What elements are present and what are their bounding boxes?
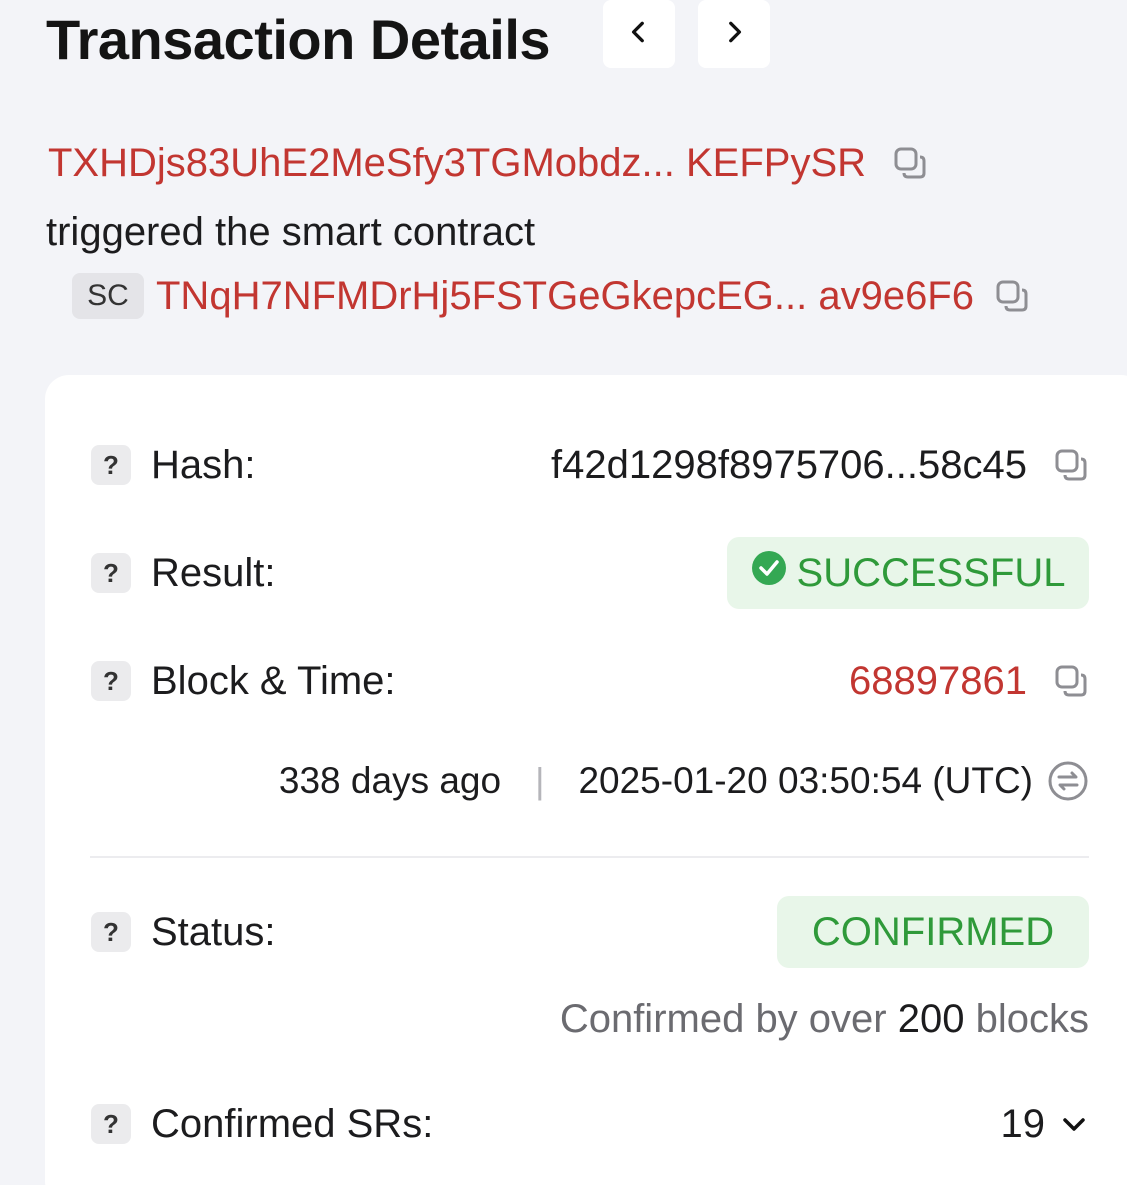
- action-text: triggered the smart contract: [46, 210, 536, 254]
- hash-row: ? Hash: f42d1298f8975706...58c45: [91, 435, 1089, 495]
- chevron-left-icon: [626, 19, 652, 50]
- section-divider: [90, 856, 1089, 858]
- copy-icon[interactable]: [994, 278, 1030, 314]
- block-time-label: Block & Time:: [151, 658, 396, 703]
- chevron-right-icon: [721, 19, 747, 50]
- confirmed-srs-label: Confirmed SRs:: [151, 1101, 434, 1146]
- smart-contract-badge: SC: [72, 273, 144, 319]
- hash-value: f42d1298f8975706...58c45: [551, 442, 1027, 487]
- timezone-toggle-icon[interactable]: [1047, 760, 1089, 802]
- chevron-down-icon[interactable]: [1059, 1109, 1089, 1139]
- next-transaction-button[interactable]: [698, 0, 770, 68]
- details-card: ? Hash: f42d1298f8975706...58c45 ? Resul…: [45, 375, 1127, 1185]
- time-separator: |: [535, 760, 545, 801]
- confirmation-status-badge: CONFIRMED: [777, 896, 1089, 968]
- from-address-link[interactable]: TXHDjs83UhE2MeSfy3TGMobdz... KEFPySR: [48, 141, 866, 186]
- result-status-badge: SUCCESSFUL: [727, 537, 1089, 609]
- page-title: Transaction Details: [46, 8, 551, 71]
- help-icon[interactable]: ?: [91, 912, 131, 952]
- relative-time: 338 days ago: [278, 760, 502, 801]
- from-address-row: TXHDjs83UhE2MeSfy3TGMobdz... KEFPySR: [48, 138, 928, 188]
- confirmed-srs-row[interactable]: ? Confirmed SRs: 19: [91, 1094, 1089, 1154]
- help-icon[interactable]: ?: [91, 1104, 131, 1144]
- help-icon[interactable]: ?: [91, 445, 131, 485]
- result-row: ? Result: SUCCESSFUL: [91, 537, 1089, 609]
- copy-icon[interactable]: [892, 145, 928, 181]
- hash-label: Hash:: [151, 442, 256, 487]
- copy-icon[interactable]: [1053, 447, 1089, 483]
- confirmation-block-count: 200: [897, 997, 965, 1041]
- status-label: Status:: [151, 909, 276, 954]
- status-value: CONFIRMED: [811, 909, 1055, 954]
- contract-address-link[interactable]: TNqH7NFMDrHj5FSTGeGkepcEG... av9e6F6: [156, 274, 974, 319]
- block-number-link[interactable]: 68897861: [849, 659, 1027, 704]
- status-row: ? Status: CONFIRMED: [91, 896, 1089, 968]
- timestamp: 2025-01-20 03:50:54 (UTC): [578, 760, 1033, 801]
- copy-icon[interactable]: [1053, 663, 1089, 699]
- result-label: Result:: [151, 550, 276, 595]
- result-value: SUCCESSFUL: [796, 550, 1066, 595]
- help-icon[interactable]: ?: [91, 553, 131, 593]
- block-row: ? Block & Time: 68897861: [91, 651, 1089, 711]
- confirmation-note: Confirmed by over 200 blocks: [559, 997, 1089, 1041]
- page-header: Transaction Details: [46, 0, 551, 80]
- confirmed-srs-value: 19: [1000, 1101, 1046, 1146]
- help-icon[interactable]: ?: [91, 661, 131, 701]
- block-time-row: 338 days ago | 2025-01-20 03:50:54 (UTC): [263, 753, 1089, 809]
- check-circle-icon: [751, 550, 787, 596]
- contract-address-row: SC TNqH7NFMDrHj5FSTGeGkepcEG... av9e6F6: [72, 271, 1030, 321]
- previous-transaction-button[interactable]: [603, 0, 675, 68]
